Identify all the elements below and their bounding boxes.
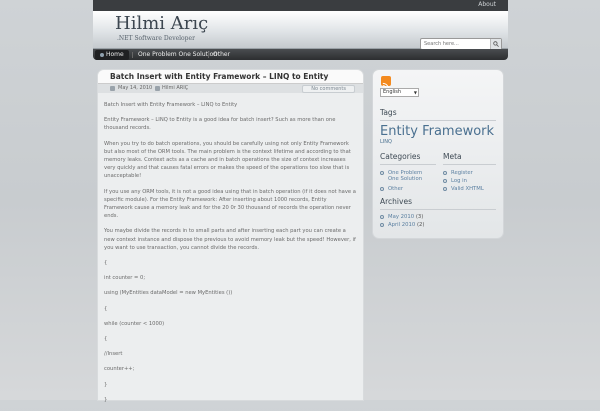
post-paragraph: Entity Framework – LINQ to Entity is a g… <box>104 117 336 132</box>
top-bar: About <box>93 0 508 11</box>
archive-label: May 2010 <box>388 214 415 220</box>
post-date: May 14, 2010 <box>118 85 153 91</box>
archive-link[interactable]: April 2010 (2) <box>388 222 424 228</box>
bullet-icon <box>443 179 447 183</box>
divider <box>380 164 436 165</box>
archives-heading: Archives <box>380 197 412 206</box>
calendar-icon <box>110 86 115 91</box>
code-line: //Insert <box>104 351 123 358</box>
meta-heading: Meta <box>443 152 462 161</box>
site-title[interactable]: Hilmi Arıç <box>115 13 208 34</box>
about-link[interactable]: About <box>478 1 496 8</box>
tags-heading: Tags <box>380 108 397 117</box>
categories-heading: Categories <box>380 152 421 161</box>
bullet-icon <box>443 171 447 175</box>
search-icon <box>493 41 499 47</box>
archive-link[interactable]: May 2010 (3) <box>388 214 423 220</box>
archive-count: (3) <box>415 214 424 220</box>
bullet-icon <box>380 171 384 175</box>
code-line: } <box>104 381 108 388</box>
code-line: { <box>104 305 108 312</box>
post-body: Batch Insert with Entity Framework – LIN… <box>104 101 356 411</box>
tag-entity-framework[interactable]: Entity Framework <box>380 124 494 139</box>
rss-icon[interactable] <box>381 76 391 90</box>
sidebar: English ▼ Tags Entity Framework LINQ Cat… <box>373 70 503 238</box>
category-link[interactable]: Other <box>388 186 403 192</box>
post-title-bar: Batch Insert with Entity Framework – LIN… <box>98 70 363 84</box>
archive-count: (2) <box>416 222 425 228</box>
post-paragraph: Batch Insert with Entity Framework – LIN… <box>104 102 238 108</box>
meta-link-register[interactable]: Register <box>451 170 473 176</box>
meta-link-login[interactable]: Log in <box>451 178 467 184</box>
divider <box>380 120 496 121</box>
meta-link-xhtml[interactable]: Valid XHTML <box>451 186 484 192</box>
main-nav: Home One Problem One Solution Other <box>93 49 508 60</box>
code-line: using (MyEntities dataModel = new MyEnti… <box>104 290 233 297</box>
tag-linq[interactable]: LINQ <box>380 139 392 145</box>
site-header: Hilmi Arıç .NET Software Developer <box>93 11 508 50</box>
nav-item-home[interactable]: Home <box>95 50 129 60</box>
site-description: .NET Software Developer <box>117 35 195 42</box>
bullet-icon <box>443 187 447 191</box>
user-icon <box>155 86 160 91</box>
category-link[interactable]: One Problem One Solution <box>388 170 428 182</box>
bullet-icon <box>380 223 384 227</box>
language-selected: English <box>383 89 402 95</box>
nav-item-label: Home <box>106 51 124 58</box>
post-title[interactable]: Batch Insert with Entity Framework – LIN… <box>110 72 328 81</box>
comments-link[interactable]: No comments <box>302 85 355 93</box>
bullet-icon <box>380 187 384 191</box>
home-bullet-icon <box>100 52 104 57</box>
code-line: while (counter < 1000) <box>104 320 165 327</box>
divider <box>443 164 496 165</box>
search-button[interactable] <box>490 39 501 49</box>
archive-label: April 2010 <box>388 222 416 228</box>
bullet-icon <box>380 215 384 219</box>
post-meta: May 14, 2010 Hilmi ARIÇ No comments <box>98 84 363 93</box>
nav-item-other[interactable]: Other <box>208 50 235 60</box>
code-line: { <box>104 336 108 343</box>
divider <box>380 209 496 210</box>
post-paragraph: You maybe divide the records in to small… <box>104 228 356 251</box>
language-select[interactable]: English ▼ <box>380 88 419 97</box>
code-line: counter++; <box>104 366 135 373</box>
post-paragraph: When you try to do batch operations, you… <box>104 140 351 180</box>
search-input[interactable] <box>424 39 488 49</box>
code-line: int counter = 0; <box>104 275 146 282</box>
code-line: { <box>104 260 108 267</box>
chevron-down-icon: ▼ <box>413 90 417 95</box>
post-author[interactable]: Hilmi ARIÇ <box>162 85 188 91</box>
post-paragraph: If you use any ORM tools, it is not a go… <box>104 188 356 220</box>
post-article: Batch Insert with Entity Framework – LIN… <box>98 70 363 403</box>
